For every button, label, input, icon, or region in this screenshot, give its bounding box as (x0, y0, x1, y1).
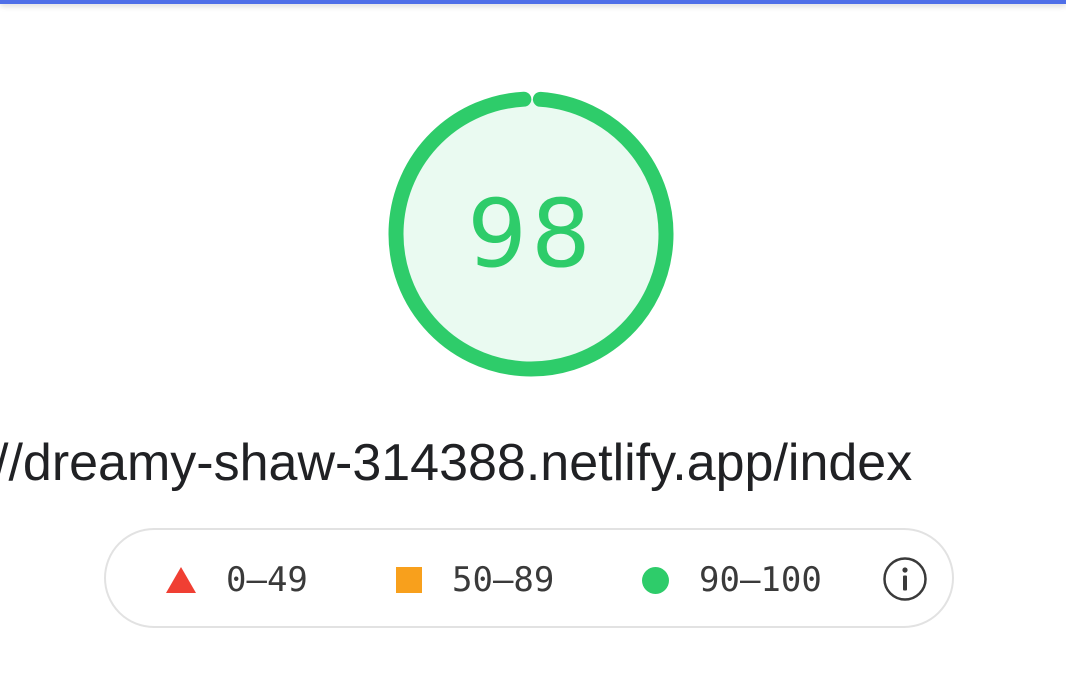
green-circle-icon (642, 566, 669, 594)
legend-item-fail: 0–49 (166, 530, 308, 630)
legend-range-label: 90–100 (699, 560, 822, 600)
score-legend: 0–49 50–89 90–100 (104, 528, 954, 628)
orange-square-icon (396, 567, 422, 593)
legend-range-label: 0–49 (226, 560, 308, 600)
info-icon[interactable] (882, 556, 928, 602)
legend-item-average: 50–89 (396, 530, 554, 630)
tested-url: //dreamy-shaw-314388.netlify.app/index (0, 434, 913, 492)
legend-item-pass: 90–100 (642, 530, 822, 630)
legend-range-label: 50–89 (452, 560, 555, 600)
red-triangle-icon (166, 567, 196, 593)
top-accent-bar (0, 0, 1066, 4)
performance-score-gauge[interactable]: 98 (382, 85, 680, 383)
score-value: 98 (467, 179, 595, 289)
